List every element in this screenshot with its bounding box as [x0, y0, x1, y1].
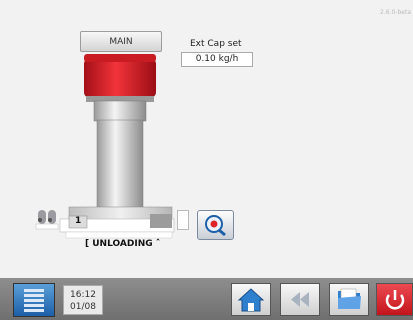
loader-tube: [96, 119, 144, 211]
clock-time: 16:12: [70, 290, 96, 300]
home-button[interactable]: [231, 283, 271, 316]
menu-button[interactable]: [13, 283, 55, 317]
status-label: [ UNLOADING ˆ: [85, 239, 161, 249]
rewind-icon: [291, 292, 309, 307]
valve-icons: [35, 210, 59, 230]
clock-date: 01/08: [70, 302, 96, 312]
power-icon: [385, 290, 405, 310]
back-button[interactable]: [280, 283, 320, 316]
power-button[interactable]: [376, 283, 413, 316]
magnify-icon: [205, 215, 226, 237]
zoom-button[interactable]: [197, 210, 234, 240]
clock-display: 16:12 01/08: [63, 285, 103, 315]
list-menu-icon: [24, 289, 44, 312]
folder-icon: [338, 288, 361, 309]
folder-button[interactable]: [329, 283, 369, 316]
small-indicator-field: [177, 210, 189, 230]
station-number: 1: [75, 216, 82, 226]
hopper-lid: [84, 54, 156, 102]
home-icon: [237, 288, 265, 312]
